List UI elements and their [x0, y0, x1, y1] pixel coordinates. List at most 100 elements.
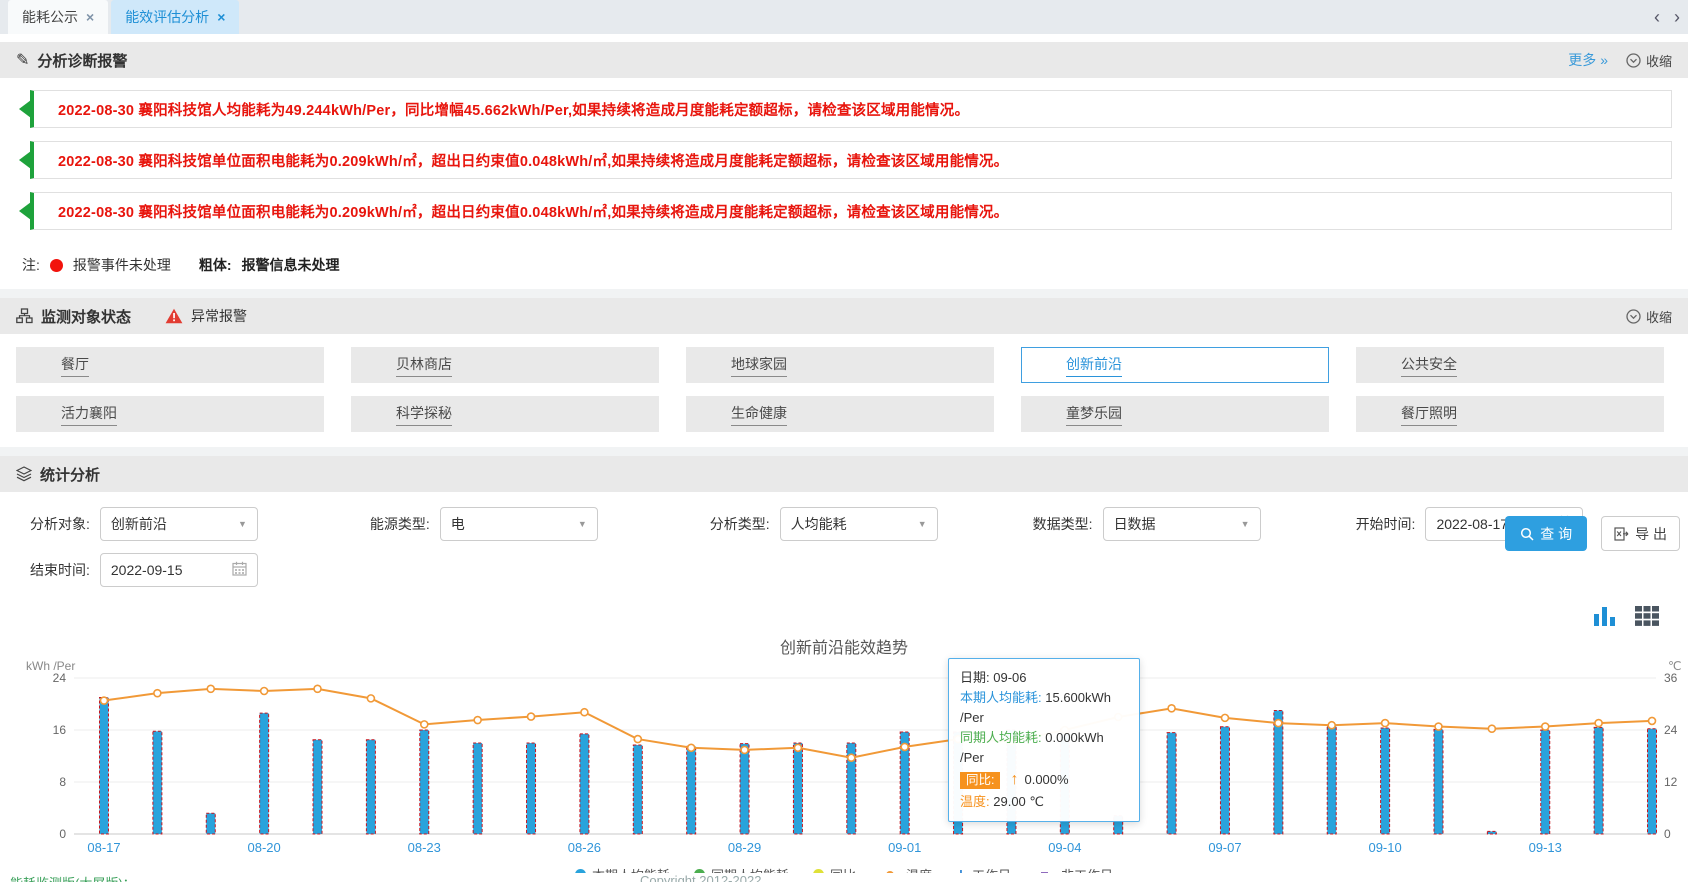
bar-本期人均能耗[interactable]	[1220, 727, 1229, 834]
point-温度[interactable]	[1168, 705, 1175, 712]
x-axis-label: 08-29	[728, 840, 761, 855]
point-温度[interactable]	[1328, 722, 1335, 729]
energy-type-select[interactable]: 电 ▼	[440, 507, 598, 541]
bar-本期人均能耗[interactable]	[420, 730, 429, 834]
point-温度[interactable]	[1221, 714, 1228, 721]
point-温度[interactable]	[207, 685, 214, 692]
bar-本期人均能耗[interactable]	[313, 740, 322, 834]
point-温度[interactable]	[848, 754, 855, 761]
point-温度[interactable]	[1542, 723, 1549, 730]
bar-本期人均能耗[interactable]	[1274, 711, 1283, 835]
abnormal-alarm-label[interactable]: 异常报警	[191, 306, 247, 326]
bar-本期人均能耗[interactable]	[260, 713, 269, 834]
bar-本期人均能耗[interactable]	[633, 745, 642, 834]
bar-本期人均能耗[interactable]	[793, 743, 802, 834]
bar-本期人均能耗[interactable]	[527, 743, 536, 834]
bar-本期人均能耗[interactable]	[1648, 729, 1657, 834]
chart-type-table-button[interactable]	[1634, 604, 1660, 632]
more-link[interactable]: 更多 »	[1568, 50, 1608, 70]
point-温度[interactable]	[794, 744, 801, 751]
point-温度[interactable]	[581, 709, 588, 716]
chart-type-bar-button[interactable]	[1592, 604, 1618, 632]
bar-本期人均能耗[interactable]	[1167, 733, 1176, 834]
note-label: 注:	[22, 255, 40, 275]
tab-label: 能耗公示	[22, 7, 78, 27]
point-温度[interactable]	[688, 744, 695, 751]
tab-efficiency-analysis[interactable]: 能效评估分析 ×	[111, 0, 239, 34]
tab-energy-disclosure[interactable]: 能耗公示 ×	[8, 0, 108, 34]
object-button-earth-home[interactable]: 地球家园	[686, 347, 994, 383]
analysis-object-select[interactable]: 创新前沿 ▼	[100, 507, 258, 541]
query-button[interactable]: 查 询	[1505, 516, 1587, 551]
tab-scroll-nav: ‹ ›	[1654, 0, 1680, 34]
object-button-beilin-shop[interactable]: 贝林商店	[351, 347, 659, 383]
page: 能耗公示 × 能效评估分析 × ‹ › ✎ 分析诊断报警 更多 » 收缩	[0, 0, 1688, 882]
alert-item[interactable]: 2022-08-30 襄阳科技馆人均能耗为49.244kWh/Per，同比增幅4…	[30, 90, 1672, 128]
bar-本期人均能耗[interactable]	[1434, 729, 1443, 834]
point-温度[interactable]	[101, 697, 108, 704]
bar-本期人均能耗[interactable]	[366, 740, 375, 834]
point-温度[interactable]	[421, 721, 428, 728]
bar-本期人均能耗[interactable]	[1381, 728, 1390, 834]
collapse-button[interactable]: 收缩	[1626, 307, 1672, 326]
alert-note: 注: 报警事件未处理 粗体: 报警信息未处理	[0, 247, 1688, 289]
point-温度[interactable]	[1488, 725, 1495, 732]
point-温度[interactable]	[154, 690, 161, 697]
bar-本期人均能耗[interactable]	[1487, 831, 1496, 834]
point-温度[interactable]	[1275, 720, 1282, 727]
point-温度[interactable]	[528, 713, 535, 720]
point-温度[interactable]	[314, 685, 321, 692]
bar-本期人均能耗[interactable]	[153, 731, 162, 834]
object-button-kids-paradise[interactable]: 童梦乐园	[1021, 396, 1329, 432]
alert-item[interactable]: 2022-08-30 襄阳科技馆单位面积电能耗为0.209kWh/㎡，超出日约束…	[30, 141, 1672, 179]
point-温度[interactable]	[741, 746, 748, 753]
alert-text: 2022-08-30 襄阳科技馆单位面积电能耗为0.209kWh/㎡，超出日约束…	[58, 201, 1008, 222]
caret-down-icon: ▼	[238, 519, 247, 529]
bar-本期人均能耗[interactable]	[206, 813, 215, 834]
point-温度[interactable]	[1382, 720, 1389, 727]
bar-本期人均能耗[interactable]	[100, 698, 109, 835]
point-温度[interactable]	[1595, 720, 1602, 727]
monitor-section-header: 监测对象状态 异常报警 收缩	[0, 298, 1688, 334]
alert-item[interactable]: 2022-08-30 襄阳科技馆单位面积电能耗为0.209kWh/㎡，超出日约束…	[30, 192, 1672, 230]
point-温度[interactable]	[634, 736, 641, 743]
right-axis-tick: 36	[1664, 671, 1678, 685]
date-value: 2022-09-15	[111, 562, 183, 578]
point-温度[interactable]	[474, 717, 481, 724]
point-温度[interactable]	[367, 695, 374, 702]
bar-本期人均能耗[interactable]	[1594, 727, 1603, 834]
object-button-life-health[interactable]: 生命健康	[686, 396, 994, 432]
line-温度[interactable]	[104, 689, 1652, 758]
close-icon[interactable]: ×	[217, 9, 225, 25]
end-date-input[interactable]: 2022-09-15	[100, 553, 258, 587]
bar-本期人均能耗[interactable]	[740, 744, 749, 834]
point-温度[interactable]	[901, 743, 908, 750]
collapse-button[interactable]: 收缩	[1626, 51, 1672, 70]
point-温度[interactable]	[261, 688, 268, 695]
section-title: 统计分析	[40, 464, 100, 485]
object-button-canteen[interactable]: 餐厅	[16, 347, 324, 383]
alert-text: 2022-08-30 襄阳科技馆单位面积电能耗为0.209kWh/㎡，超出日约束…	[58, 150, 1008, 171]
object-button-science-exploration[interactable]: 科学探秘	[351, 396, 659, 432]
energy-trend-chart[interactable]: 081624kWh /Per℃012243608-1708-2008-2308-…	[0, 658, 1688, 858]
bar-本期人均能耗[interactable]	[473, 743, 482, 834]
bar-本期人均能耗[interactable]	[687, 746, 696, 834]
caret-down-icon: ▼	[918, 519, 927, 529]
point-温度[interactable]	[1435, 723, 1442, 730]
chevron-left-icon[interactable]: ‹	[1654, 7, 1660, 28]
bar-本期人均能耗[interactable]	[1541, 730, 1550, 834]
data-type-select[interactable]: 日数据 ▼	[1103, 507, 1261, 541]
bar-本期人均能耗[interactable]	[1327, 726, 1336, 834]
analysis-type-select[interactable]: 人均能耗 ▼	[780, 507, 938, 541]
close-icon[interactable]: ×	[86, 9, 94, 25]
object-button-vitality-xiangyang[interactable]: 活力襄阳	[16, 396, 324, 432]
export-button[interactable]: 导 出	[1601, 516, 1680, 551]
bar-本期人均能耗[interactable]	[580, 734, 589, 834]
object-button-canteen-lighting[interactable]: 餐厅照明	[1356, 396, 1664, 432]
alarm-section-header: ✎ 分析诊断报警 更多 » 收缩	[0, 42, 1688, 78]
object-button-innovation-frontier[interactable]: 创新前沿	[1021, 347, 1329, 383]
point-温度[interactable]	[1649, 717, 1656, 724]
object-button-public-safety[interactable]: 公共安全	[1356, 347, 1664, 383]
chevron-right-icon[interactable]: ›	[1674, 7, 1680, 28]
right-axis-tick: 12	[1664, 775, 1678, 789]
